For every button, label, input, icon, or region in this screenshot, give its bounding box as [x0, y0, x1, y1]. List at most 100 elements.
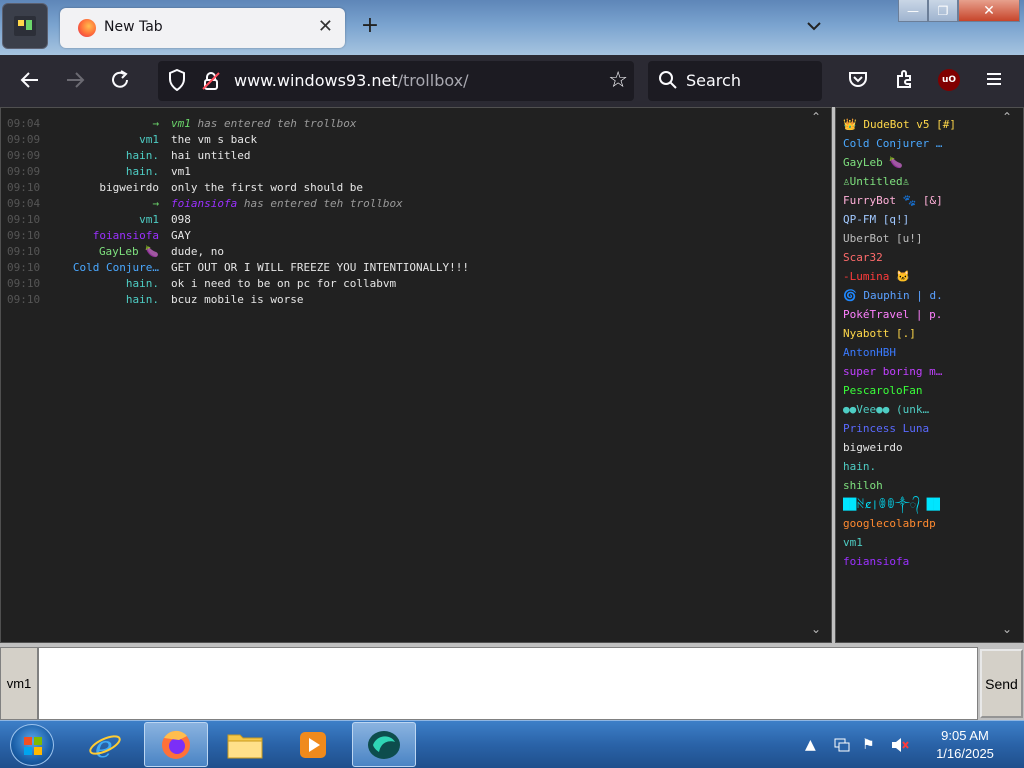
navigation-bar: www.windows93.net/trollbox/ ☆ Search [0, 55, 1024, 107]
user-list-item[interactable]: foiansiofa [843, 552, 909, 571]
user-list-item[interactable]: ♙Untitled♙ [843, 172, 909, 191]
user-list-item[interactable]: Nyabott [.] [843, 324, 916, 343]
bookmark-star-icon[interactable]: ☆ [608, 68, 628, 93]
user-list-item[interactable]: QP-FM [q!] [843, 210, 909, 229]
user-list-item[interactable]: ██ꋊȼ❘ꂦꂦ༒᭄ ██ [843, 495, 940, 514]
windows-logo-icon [24, 737, 42, 755]
user-list-item[interactable]: PescaroloFan [843, 381, 922, 400]
close-window-button[interactable]: ✕ [958, 0, 1020, 22]
chat-message: 09:10 vm1 098 [1, 212, 811, 228]
list-all-tabs-button[interactable] [806, 16, 822, 35]
network-icon[interactable] [833, 737, 851, 757]
message-time: 09:10 [7, 261, 41, 274]
new-tab-button[interactable]: + [360, 14, 380, 38]
insecure-lock-icon[interactable] [202, 71, 220, 91]
folder-icon [227, 734, 263, 758]
ublock-origin-icon[interactable]: uO [938, 69, 960, 91]
taskbar-firefox[interactable] [144, 722, 208, 767]
user-list-item[interactable]: shiloh [843, 476, 883, 495]
tab-new-tab[interactable]: New Tab ✕ [60, 8, 345, 48]
tab-close-button[interactable]: ✕ [318, 16, 333, 37]
forward-button[interactable] [63, 69, 87, 93]
message-text: the vm s back [171, 133, 258, 146]
user-list-item[interactable]: googlecolabrdp [843, 514, 936, 533]
message-text: ok i need to be on pc for collabvm [171, 277, 397, 290]
message-nick[interactable]: bigweirdo [99, 180, 159, 196]
message-nick[interactable]: GayLeb 🍆 [99, 244, 159, 260]
back-button[interactable] [18, 69, 42, 93]
taskbar-media-player[interactable] [284, 722, 342, 767]
user-list[interactable]: ⌃ ⌄ 👑 DudeBot v5 [#] Cold Conjurer … GayLe… [835, 107, 1024, 643]
message-nick[interactable]: hain. [126, 164, 159, 180]
user-list-item[interactable]: FurryBot 🐾 [&] [843, 191, 943, 210]
firefox-icon [162, 730, 190, 759]
address-bar[interactable]: www.windows93.net/trollbox/ ☆ [158, 61, 634, 101]
message-nick[interactable]: vm1 [139, 132, 159, 148]
tab-bar: New Tab ✕ + — ❐ ✕ [0, 0, 1024, 55]
reload-button[interactable] [108, 69, 132, 93]
scroll-up-icon[interactable]: ⌃ [811, 110, 821, 124]
user-list-item[interactable]: GayLeb 🍆 [843, 153, 903, 172]
message-input[interactable] [38, 647, 978, 720]
taskbar-file-explorer[interactable] [216, 722, 274, 767]
user-list-item[interactable]: hain. [843, 457, 876, 476]
message-nick[interactable]: → [152, 116, 159, 132]
user-list-item[interactable]: AntonHBH [843, 343, 896, 362]
nickname-button[interactable]: vm1 [0, 647, 38, 720]
user-list-item[interactable]: UberBot [u!] [843, 229, 922, 248]
scroll-down-icon[interactable]: ⌄ [811, 622, 821, 636]
reload-icon [112, 70, 128, 88]
user-list-item[interactable]: ●●Vee●● (unk… [843, 400, 929, 419]
menu-button[interactable] [982, 69, 1006, 93]
volume-muted-icon[interactable] [890, 737, 910, 757]
user-list-item[interactable]: Cold Conjurer … [843, 134, 942, 153]
user-list-item[interactable]: Princess Luna [843, 419, 929, 438]
user-list-item[interactable]: super boring m… [843, 362, 942, 381]
chat-message: 09:10 hain. ok i need to be on pc for coll… [1, 276, 811, 292]
system-message-nick[interactable]: vm1 [171, 117, 198, 130]
system-message-nick[interactable]: foiansiofa [171, 197, 244, 210]
tab-title: New Tab [104, 19, 163, 35]
userlist-scroll-down-icon[interactable]: ⌄ [1002, 622, 1012, 636]
svg-text:e: e [95, 730, 113, 763]
message-nick[interactable]: hain. [126, 276, 159, 292]
chevron-down-icon [807, 22, 821, 31]
search-bar[interactable]: Search [648, 61, 822, 101]
start-button[interactable] [10, 724, 54, 766]
user-list-item[interactable]: 👑 DudeBot v5 [#] [843, 115, 956, 134]
message-time: 09:09 [7, 149, 41, 162]
url-path: /trollbox/ [397, 71, 469, 90]
taskbar-internet-explorer[interactable]: e [76, 722, 134, 767]
url-text[interactable]: www.windows93.net/trollbox/ [234, 71, 469, 90]
shield-icon[interactable] [168, 69, 186, 91]
message-nick[interactable]: foiansiofa [93, 228, 159, 244]
message-nick[interactable]: hain. [126, 148, 159, 164]
message-nick[interactable]: → [152, 196, 159, 212]
user-list-item[interactable]: bigweirdo [843, 438, 903, 457]
taskbar-collabvm[interactable] [352, 722, 416, 767]
message-time: 09:10 [7, 245, 41, 258]
action-center-flag-icon[interactable]: ⚑ [862, 737, 875, 753]
maximize-button[interactable]: ❐ [928, 0, 958, 22]
message-time: 09:10 [7, 229, 41, 242]
extensions-button[interactable] [893, 69, 917, 93]
show-hidden-icons-icon[interactable]: ▲ [805, 737, 816, 753]
user-list-item[interactable]: vm1 [843, 533, 863, 552]
user-list-item[interactable]: 🌀 Dauphin | d. [843, 286, 943, 305]
message-nick[interactable]: Cold Conjure… [73, 260, 159, 276]
pocket-button[interactable] [846, 69, 870, 93]
chat-message: 09:10 foiansiofa GAY [1, 228, 811, 244]
chat-message: 09:09 vm1 the vm s back [1, 132, 811, 148]
chat-log[interactable]: ⌃ ⌄ 09:04 → vm1 has entered teh trollbox 09… [0, 107, 832, 643]
clock[interactable]: 9:05 AM 1/16/2025 [920, 727, 1010, 763]
user-list-item[interactable]: PokéTravel | p. [843, 305, 942, 324]
user-list-item[interactable]: Scar32 [843, 248, 883, 267]
message-nick[interactable]: vm1 [139, 212, 159, 228]
send-button[interactable]: Send [980, 649, 1023, 718]
user-list-item[interactable]: -Lumina 🐱 [843, 267, 910, 286]
minimize-button[interactable]: — [898, 0, 928, 22]
puzzle-piece-icon [897, 70, 911, 88]
userlist-scroll-up-icon[interactable]: ⌃ [1002, 110, 1012, 124]
message-nick[interactable]: hain. [126, 292, 159, 308]
windows93-app-icon[interactable] [2, 3, 48, 49]
